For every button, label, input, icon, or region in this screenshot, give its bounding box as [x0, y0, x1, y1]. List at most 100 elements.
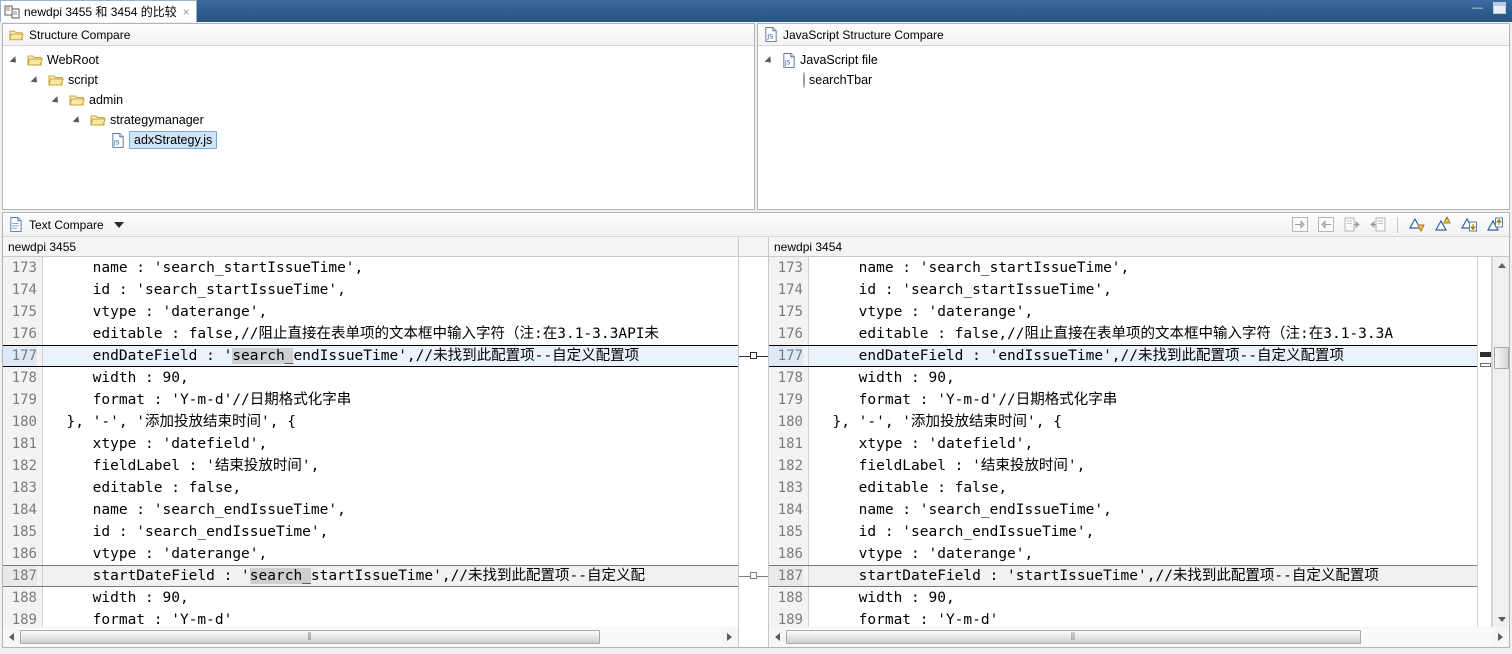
- right-hscroll-thumb[interactable]: ⦀: [786, 630, 1361, 644]
- window-title-bar: newdpi 3455 和 3454 的比较 × —: [0, 0, 1512, 22]
- right-scroll-right-arrow[interactable]: [1492, 628, 1509, 646]
- right-hscroll-track[interactable]: ⦀: [786, 628, 1492, 646]
- expand-arrow-icon[interactable]: [74, 114, 86, 126]
- folder-icon: [9, 28, 24, 42]
- code-line[interactable]: startDateField : 'startIssueTime',//未找到此…: [809, 565, 1477, 587]
- tree-item-javascript-file[interactable]: JS JavaScript file: [758, 50, 1509, 70]
- code-line[interactable]: editable : false,: [809, 477, 1477, 499]
- right-code-area[interactable]: name : 'search_startIssueTime', id : 'se…: [809, 257, 1477, 627]
- chevron-down-icon[interactable]: [113, 221, 124, 228]
- code-line[interactable]: endDateField : 'endIssueTime',//未找到此配置项-…: [809, 345, 1477, 367]
- code-line[interactable]: width : 90,: [809, 587, 1477, 609]
- code-line[interactable]: name : 'search_endIssueTime',: [43, 499, 738, 521]
- maximize-icon: [1493, 2, 1506, 14]
- code-line[interactable]: xtype : 'datefield',: [43, 433, 738, 455]
- left-scroll-left-arrow[interactable]: [3, 628, 20, 646]
- close-icon[interactable]: ×: [181, 6, 192, 18]
- code-line[interactable]: editable : false,//阻止直接在表单项的文本框中输入字符（注:在…: [43, 323, 738, 345]
- next-change-icon[interactable]: [1459, 215, 1479, 235]
- next-difference-icon[interactable]: [1407, 215, 1427, 235]
- left-text-editor[interactable]: 173 174 175 176 177 178 179 180 181 182 183 184 185 1…: [3, 257, 739, 627]
- editor-tab-title: newdpi 3455 和 3454 的比较: [24, 4, 177, 19]
- code-line[interactable]: startDateField : 'search_startIssueTime'…: [43, 565, 738, 587]
- overview-mark-difference: [1480, 363, 1491, 367]
- code-line[interactable]: id : 'search_startIssueTime',: [809, 279, 1477, 301]
- copy-all-right-to-left-icon[interactable]: [1316, 215, 1336, 235]
- code-line[interactable]: id : 'search_startIssueTime',: [43, 279, 738, 301]
- line-number: 177: [769, 345, 803, 367]
- code-line[interactable]: id : 'search_endIssueTime',: [43, 521, 738, 543]
- code-line[interactable]: id : 'search_endIssueTime',: [809, 521, 1477, 543]
- code-line[interactable]: name : 'search_startIssueTime',: [809, 257, 1477, 279]
- code-line[interactable]: width : 90,: [43, 367, 738, 389]
- code-line[interactable]: editable : false,: [43, 477, 738, 499]
- copy-current-change-left-to-right-icon[interactable]: [1342, 215, 1362, 235]
- tree-item-script[interactable]: script: [3, 70, 754, 90]
- tree-item-admin[interactable]: admin: [3, 90, 754, 110]
- code-line[interactable]: vtype : 'daterange',: [43, 543, 738, 565]
- diff-connector-handle[interactable]: [750, 352, 757, 359]
- code-line[interactable]: name : 'search_endIssueTime',: [809, 499, 1477, 521]
- copy-all-left-to-right-icon[interactable]: [1290, 215, 1310, 235]
- vertical-scrollbar[interactable]: [1492, 257, 1509, 627]
- line-number: 189: [11, 612, 37, 627]
- expand-arrow-icon[interactable]: [53, 94, 65, 106]
- tree-item-searchtbar[interactable]: searchTbar: [758, 70, 1509, 90]
- code-line[interactable]: editable : false,//阻止直接在表单项的文本框中输入字符（注:在…: [809, 323, 1477, 345]
- code-line[interactable]: name : 'search_startIssueTime',: [43, 257, 738, 279]
- code-line[interactable]: width : 90,: [43, 587, 738, 609]
- copy-current-change-right-to-left-icon[interactable]: [1368, 215, 1388, 235]
- code-line[interactable]: format : 'Y-m-d'//日期格式化字串: [809, 389, 1477, 411]
- line-number: 186: [11, 546, 37, 562]
- expand-arrow-icon[interactable]: [11, 54, 23, 66]
- code-line[interactable]: width : 90,: [809, 367, 1477, 389]
- diff-connector-handle[interactable]: [750, 572, 757, 579]
- left-line-number-gutter: 173 174 175 176 177 178 179 180 181 182 183 184 185 1…: [3, 257, 43, 627]
- right-scroll-left-arrow[interactable]: [769, 628, 786, 646]
- code-line[interactable]: }, '-', '添加投放结束时间', {: [809, 411, 1477, 433]
- expand-arrow-icon[interactable]: [32, 74, 44, 86]
- line-number: 182: [11, 458, 37, 474]
- text-compare-file-labels: newdpi 3455 newdpi 3454: [3, 237, 1509, 257]
- right-horizontal-scrollbar[interactable]: ⦀: [769, 627, 1509, 647]
- tree-item-strategymanager[interactable]: strategymanager: [3, 110, 754, 130]
- code-line[interactable]: endDateField : 'search_endIssueTime',//未…: [43, 345, 738, 367]
- tree-item-label: searchTbar: [809, 73, 873, 87]
- scroll-down-arrow[interactable]: [1493, 611, 1509, 627]
- maximize-button[interactable]: [1491, 1, 1508, 16]
- left-code-area[interactable]: name : 'search_startIssueTime', id : 'se…: [43, 257, 738, 627]
- line-number: 174: [777, 282, 803, 298]
- previous-difference-icon[interactable]: [1433, 215, 1453, 235]
- code-line[interactable]: xtype : 'datefield',: [809, 433, 1477, 455]
- code-line[interactable]: format : 'Y-m-d': [809, 609, 1477, 627]
- tree-item-webroot[interactable]: WebRoot: [3, 50, 754, 70]
- code-line[interactable]: vtype : 'daterange',: [43, 301, 738, 323]
- right-text-editor[interactable]: 173 174 175 176 177 178 179 180 181 182 183 184 185 1…: [769, 257, 1477, 627]
- folder-icon: [48, 73, 64, 87]
- vertical-scrollbar-thumb[interactable]: [1494, 347, 1509, 369]
- folder-icon: [27, 53, 43, 67]
- left-hscroll-thumb[interactable]: ⦀: [20, 630, 600, 644]
- code-line[interactable]: fieldLabel : '结束投放时间',: [43, 455, 738, 477]
- scroll-up-arrow[interactable]: [1493, 257, 1509, 273]
- previous-change-icon[interactable]: [1485, 215, 1505, 235]
- code-line[interactable]: }, '-', '添加投放结束时间', {: [43, 411, 738, 433]
- code-line[interactable]: format : 'Y-m-d'//日期格式化字串: [43, 389, 738, 411]
- member-dot-icon: [803, 72, 805, 88]
- compare-editor-window: newdpi 3455 和 3454 的比较 × — Structure Com…: [0, 0, 1512, 654]
- code-line[interactable]: fieldLabel : '结束投放时间',: [809, 455, 1477, 477]
- left-hscroll-track[interactable]: ⦀: [20, 628, 721, 646]
- code-line[interactable]: format : 'Y-m-d': [43, 609, 738, 627]
- minimize-button[interactable]: —: [1469, 1, 1486, 16]
- code-line[interactable]: vtype : 'daterange',: [809, 543, 1477, 565]
- overview-mark-change: [1480, 352, 1491, 357]
- code-line[interactable]: vtype : 'daterange',: [809, 301, 1477, 323]
- left-scroll-right-arrow[interactable]: [721, 628, 738, 646]
- overview-ruler[interactable]: [1477, 257, 1492, 627]
- line-number: 187: [3, 565, 37, 587]
- tree-item-adxstrategy-js[interactable]: JS adxStrategy.js: [3, 130, 754, 150]
- expand-arrow-icon[interactable]: [766, 54, 778, 66]
- editor-tab-compare[interactable]: newdpi 3455 和 3454 的比较 ×: [0, 0, 197, 22]
- left-horizontal-scrollbar[interactable]: ⦀: [3, 627, 739, 647]
